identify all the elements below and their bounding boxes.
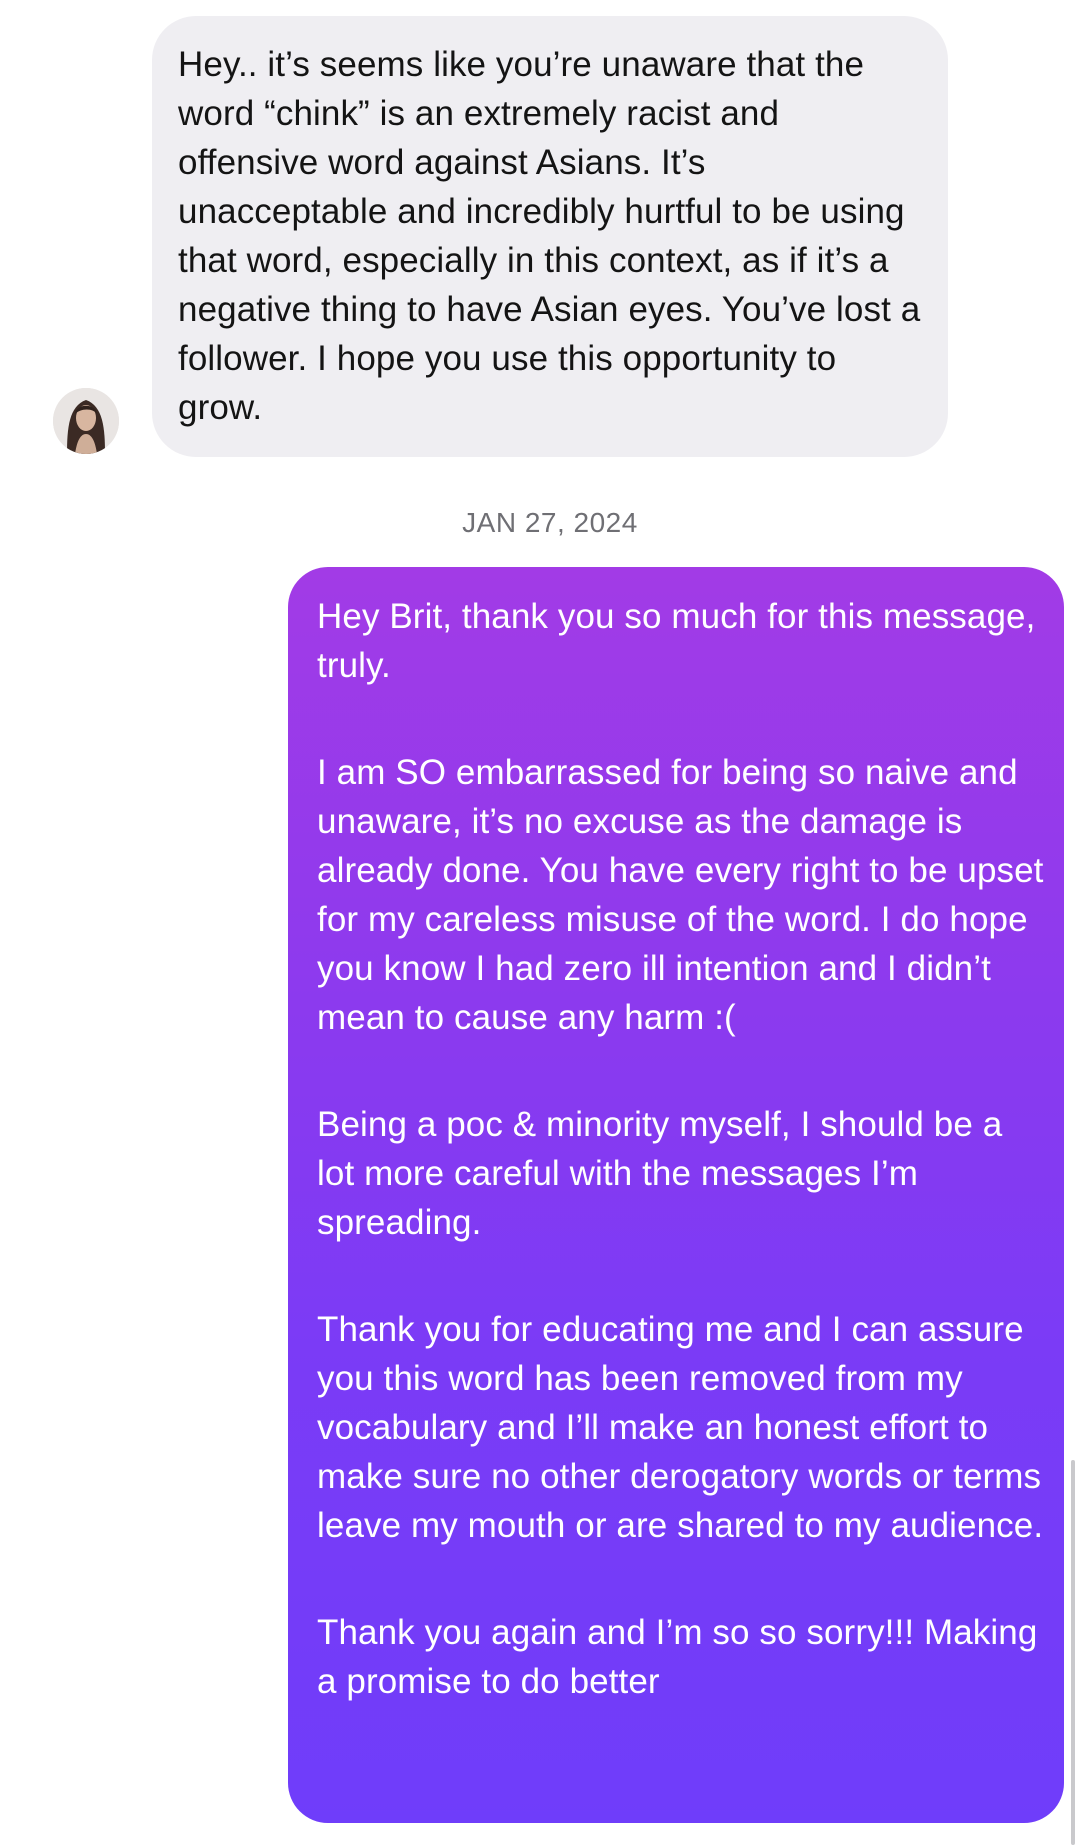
- outgoing-message-bubble[interactable]: Hey Brit, thank you so much for this mes…: [288, 567, 1064, 1823]
- scrollbar[interactable]: [1071, 1460, 1075, 1845]
- avatar-photo-icon: [53, 388, 119, 454]
- date-separator: JAN 27, 2024: [462, 507, 638, 538]
- outgoing-paragraph: I am SO embarrassed for being so naive a…: [317, 753, 1044, 1037]
- sender-avatar[interactable]: [53, 388, 119, 454]
- outgoing-paragraph: Thank you for educating me and I can ass…: [317, 1310, 1044, 1545]
- outgoing-paragraph: Hey Brit, thank you so much for this mes…: [317, 597, 1036, 685]
- incoming-message-bubble[interactable]: Hey.. it’s seems like you’re unaware tha…: [152, 16, 948, 457]
- message-thread[interactable]: Hey.. it’s seems like you’re unaware tha…: [0, 0, 1080, 1845]
- incoming-message-text: Hey.. it’s seems like you’re unaware tha…: [178, 45, 921, 427]
- outgoing-paragraph: Being a poc & minority myself, I should …: [317, 1105, 1003, 1242]
- outgoing-paragraph: Thank you again and I’m so so sorry!!! M…: [317, 1613, 1038, 1701]
